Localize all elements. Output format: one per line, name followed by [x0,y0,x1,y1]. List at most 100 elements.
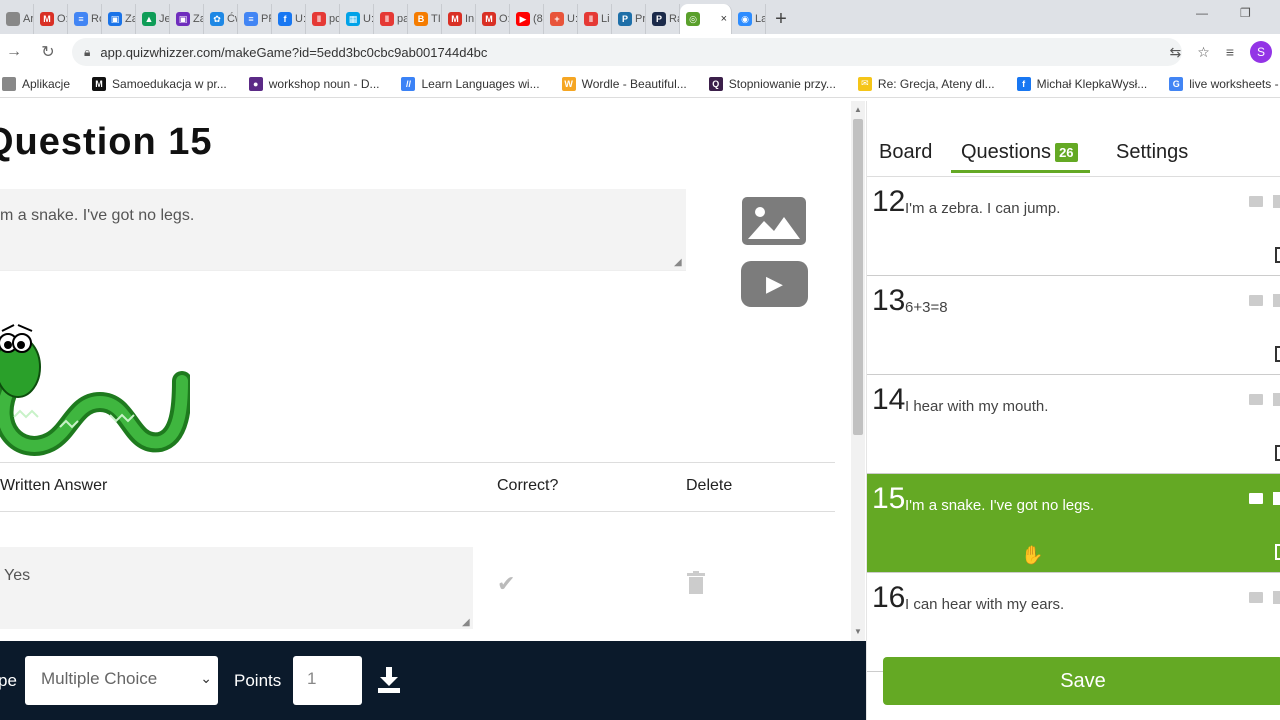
browser-tab[interactable]: M O: [34,4,68,34]
add-image-button[interactable] [742,197,806,245]
bookmark-item[interactable]: ● workshop noun - D... [248,76,380,91]
tab-favicon-icon: ▲ [142,12,156,26]
trash-icon[interactable] [686,571,706,595]
reading-list-icon[interactable]: ≡ [1226,44,1234,60]
scroll-up-icon[interactable]: ▲ [854,105,862,114]
image-icon[interactable] [1249,592,1263,603]
trash-icon[interactable] [1273,195,1280,208]
browser-tab[interactable]: P Pr [612,4,646,34]
image-icon[interactable] [1249,196,1263,207]
browser-tab[interactable]: ◎ × [680,4,732,34]
image-icon[interactable] [1249,394,1263,405]
new-tab-icon[interactable]: + [766,4,796,34]
drag-handle-icon[interactable] [1275,544,1280,560]
tab-favicon-icon: ‖ [312,12,326,26]
question-editor: Question 15 m a snake. I've got no legs.… [0,101,850,641]
drag-handle-icon[interactable] [1275,445,1280,461]
bookmark-favicon-icon: Q [708,76,723,91]
bookmark-item[interactable]: f Michał KlepkaWysł... [1016,76,1148,91]
image-icon[interactable] [1249,493,1263,504]
points-input[interactable]: 1 [293,656,362,705]
browser-tab[interactable]: M In [442,4,476,34]
browser-tab[interactable]: PRa [646,4,680,34]
bookmark-item[interactable]: ✉ Re: Grecja, Ateny dl... [857,76,995,91]
reload-icon[interactable]: ↻ [34,42,62,62]
question-number: 13 [872,284,906,317]
tab-favicon-icon: ▣ [108,12,122,26]
browser-tab[interactable]: ‖pa [374,4,408,34]
browser-tab[interactable]: ▣Za [170,4,204,34]
question-list-item[interactable]: 15 I'm a snake. I've got no legs. [867,474,1280,573]
question-list-item[interactable]: 12 I'm a zebra. I can jump. [867,177,1280,276]
save-button[interactable]: Save [883,657,1280,705]
question-list-item[interactable]: 14 I hear with my mouth. [867,375,1280,474]
lock-icon: 🔒︎ [84,44,91,59]
browser-tab[interactable]: ▣Za [102,4,136,34]
editor-scrollbar[interactable]: ▲ ▼ [851,101,865,641]
question-type-select[interactable]: Multiple Choice ⌄ [25,656,218,705]
translate-icon[interactable]: ⇆ [1170,44,1182,61]
browser-tab-strip: ArMO:≡Rc▣Za▲Je▣Za✿Ćw≡PFfU:‖pc▦U:‖paBTIMI… [0,0,1280,34]
browser-tab-label: In [465,13,475,25]
browser-tab[interactable]: B TI [408,4,442,34]
question-preview-text: I can hear with my ears. [905,596,1065,613]
question-text-input[interactable]: m a snake. I've got no legs. [0,189,686,271]
trash-icon[interactable] [1273,492,1280,505]
tab-favicon-icon: ‖ [380,12,394,26]
browser-tab[interactable]: ≡Rc [68,4,102,34]
bookmark-item[interactable]: Q Stopniowanie przy... [708,76,836,91]
bookmark-item[interactable]: Aplikacje [2,76,70,91]
correct-check-icon[interactable]: ✔ [497,571,515,597]
browser-tab[interactable]: ‖ Li [578,4,612,34]
browser-tab[interactable]: ✿Ćw [204,4,238,34]
bookmark-label: workshop noun - D... [268,76,380,91]
restore-icon[interactable]: ❐ [1240,6,1251,20]
download-icon[interactable] [378,667,400,693]
trash-icon[interactable] [1273,294,1280,307]
browser-tab[interactable]: M O: [476,4,510,34]
url-field[interactable]: 🔒︎ app.quizwhizzer.com/makeGame?id=5edd3… [72,38,1182,66]
tab-favicon-icon: ▣ [176,12,190,26]
close-tab-icon[interactable]: × [721,13,727,25]
bookmark-star-icon[interactable]: ☆ [1197,44,1210,61]
bookmark-label: Learn Languages wi... [421,76,540,91]
answer-input[interactable]: Yes [0,547,473,629]
browser-tab[interactable]: Ar [0,4,34,34]
bookmark-favicon-icon: // [401,76,416,91]
image-icon[interactable] [1249,295,1263,306]
resize-grip-icon[interactable]: ◢ [674,257,682,268]
browser-tab-label: Ar [23,13,34,25]
browser-tab[interactable]: ◉La [732,4,766,34]
browser-tab[interactable]: ▲ Je [136,4,170,34]
browser-tab[interactable]: ≡PF [238,4,272,34]
scroll-down-icon[interactable]: ▼ [854,627,862,636]
browser-tab[interactable]: ‖ pc [306,4,340,34]
browser-tab[interactable]: f U: [272,4,306,34]
avatar[interactable]: S [1250,41,1272,63]
browser-tab[interactable]: ▶ (8 [510,4,544,34]
browser-tab-label: Li [601,13,610,25]
question-list-item[interactable]: 13 6+3=8 [867,276,1280,375]
bookmark-item[interactable]: Glive worksheets - Sz... [1169,76,1280,91]
drag-handle-icon[interactable] [1275,346,1280,362]
browser-tab[interactable]: ▦ U: [340,4,374,34]
add-video-button[interactable]: ▶ [741,261,808,307]
scrollbar-thumb[interactable] [853,119,863,435]
tab-favicon-icon: ≡ [74,12,88,26]
resize-grip-icon[interactable]: ◢ [462,617,470,628]
bookmark-item[interactable]: W Wordle - Beautiful... [561,76,687,91]
tab-settings[interactable]: Settings [1116,141,1188,164]
column-header-correct: Correct? [497,477,559,494]
drag-handle-icon[interactable] [1275,247,1280,263]
trash-icon[interactable] [1273,393,1280,406]
tab-board[interactable]: Board [879,141,932,164]
bookmarks-bar: Aplikacje M Samoedukacja w pr... ● workshop … [0,70,1280,98]
bookmark-item[interactable]: M Samoedukacja w pr... [92,76,227,91]
bookmark-item[interactable]: // Learn Languages wi... [401,76,540,91]
trash-icon[interactable] [1273,591,1280,604]
minimize-icon[interactable]: — [1196,6,1208,20]
bookmark-label: Michał KlepkaWysł... [1036,76,1148,91]
tab-questions[interactable]: Questions 26 [951,141,1090,173]
browser-tab[interactable]: + U: [544,4,578,34]
forward-icon[interactable]: → [0,43,28,61]
